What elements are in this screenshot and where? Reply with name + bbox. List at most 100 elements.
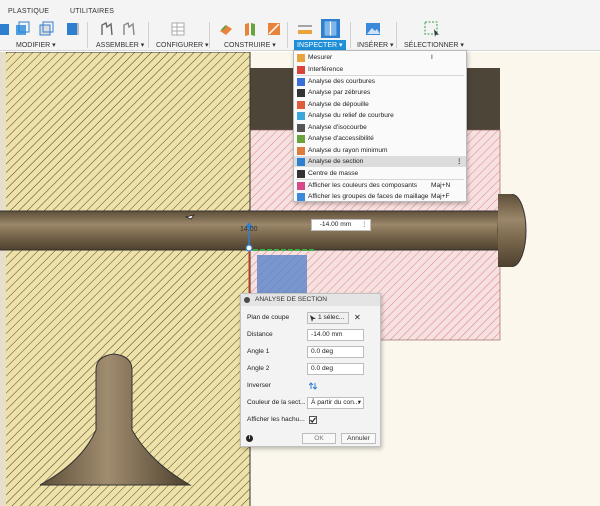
menu-item-shortcut: I [431,54,433,61]
menu-item-label: Analyse d'accessibilité [308,135,374,142]
angle-2-label: Angle 2 [247,365,270,372]
shaft-collar [498,194,512,267]
offset-plane-icon[interactable] [218,21,234,37]
zebra-icon [297,89,305,97]
tab-utilitaires[interactable]: UTILITAIRES [70,8,114,15]
inspect-dropdown-menu: Mesurer I Interférence Analyse des courbure… [293,50,467,202]
toolbar-ribbon: PLASTIQUE UTILITAIRES MODIFIER ▾ ASSEMBL… [0,0,600,51]
clear-selection-icon[interactable]: ✕ [354,311,361,325]
construct-menu[interactable]: CONSTRUIRE ▾ [224,41,276,49]
menu-item-center-of-mass[interactable]: Centre de masse [294,168,466,179]
flip-icon[interactable] [309,382,317,390]
midplane-icon[interactable] [242,21,258,37]
isocurve-icon [297,123,305,132]
menu-item-section-analysis[interactable]: Analyse de section ⋮ [294,156,466,167]
menu-item-mesh-face-groups[interactable]: Afficher les groupes de faces de maillag… [294,191,466,202]
row-angle-2: Angle 2 0.0 deg [241,362,380,376]
center-of-mass-icon [297,169,305,178]
section-plane-highlight [257,255,307,296]
draft-analysis-icon [297,100,305,109]
menu-item-curvature-comb[interactable]: Analyse des courbures [294,76,466,87]
ribbon-separator [350,22,351,48]
distance-label: Distance [247,331,273,338]
panel-header[interactable]: ANALYSE DE SECTION [241,294,380,306]
modify-menu[interactable]: MODIFIER ▾ [16,41,56,49]
menu-item-draft-analysis[interactable]: Analyse de dépouille [294,99,466,110]
mesh-face-groups-icon [297,193,305,201]
angle-2-field[interactable]: 0.0 deg [307,363,364,375]
ok-button[interactable]: OK [302,433,336,444]
as-built-joint-icon[interactable] [121,21,137,37]
menu-item-label: Afficher les couleurs des composants [308,181,418,189]
insert-menu[interactable]: INSÉRER ▾ [357,41,394,49]
show-hatch-checkbox[interactable] [309,416,317,424]
row-cutting-plane: Plan de coupe 1 sélec... ✕ [241,311,380,325]
row-angle-1: Angle 1 0.0 deg [241,345,380,359]
section-color-dropdown[interactable]: À partir du con... ▾ [307,397,364,409]
section-analysis-ribbon-icon[interactable] [321,19,340,38]
tab-plastique[interactable]: PLASTIQUE [8,8,49,15]
menu-item-zebra[interactable]: Analyse par zébrures [294,87,466,98]
curvature-map-icon [297,112,305,120]
window-select-icon[interactable] [424,21,440,37]
menu-item-shortcut: Maj+N [431,181,451,189]
menu-item-interference[interactable]: Interférence [294,64,466,75]
ribbon-separator [287,22,288,48]
component-colors-icon [297,181,305,190]
interference-icon [297,65,305,74]
collapse-icon[interactable] [244,297,250,303]
shell-icon[interactable] [38,21,54,37]
cutting-plane-label: Plan de coupe [247,314,290,321]
angle-1-field[interactable]: 0.0 deg [307,346,364,358]
distance-tag-menu[interactable]: ⋮ [361,220,368,230]
menu-item-label: Analyse des courbures [308,77,376,85]
menu-item-curvature-map[interactable]: Analyse du relief de courbure [294,110,466,121]
distance-input-tag[interactable]: -14.00 mm ⋮ [311,219,371,231]
measure-icon[interactable] [297,21,313,37]
configure-menu[interactable]: CONFIGURER ▾ [156,41,209,49]
menu-item-label: Analyse de dépouille [308,100,369,108]
joint-icon[interactable] [99,21,115,37]
curvature-comb-icon [297,77,305,86]
angle-1-label: Angle 1 [247,348,270,355]
menu-item-label: Mesurer [308,54,333,61]
manipulator-origin[interactable] [245,244,253,252]
fillet-icon[interactable] [14,21,30,37]
menu-item-label: Analyse d'isocourbe [308,123,367,131]
ribbon-separator [87,22,88,48]
menu-item-accessibility[interactable]: Analyse d'accessibilité [294,133,466,144]
cancel-button[interactable]: Annuler [341,433,376,444]
info-icon[interactable]: i [246,435,253,442]
menu-item-ruler[interactable]: Mesurer I [294,52,466,63]
insert-image-icon[interactable] [365,21,381,37]
section-analysis-panel: ANALYSE DE SECTION Plan de coupe 1 sélec… [240,293,381,447]
flip-label: Inverser [247,382,271,389]
menu-item-component-colors[interactable]: Afficher les couleurs des composants Maj+… [294,180,466,191]
section-analysis-icon [297,158,305,166]
press-pull-icon[interactable] [0,21,12,37]
menu-item-label: Analyse de section [308,158,364,165]
ribbon-separator [396,22,397,48]
assemble-menu[interactable]: ASSEMBLER ▾ [96,41,144,49]
accessibility-icon [297,135,305,143]
distance-tag-value[interactable]: -14.00 mm [312,220,359,230]
inspect-menu-button[interactable]: INSPECTER ▾ [294,40,346,50]
menu-item-label: Interférence [308,65,344,73]
axis-through-cylinder-icon[interactable] [266,21,282,37]
menu-item-min-radius[interactable]: Analyse du rayon minimum [294,145,466,156]
menu-item-shortcut: Maj+F [431,193,450,200]
distance-field[interactable]: -14.00 mm [307,329,364,341]
menu-item-label: Centre de masse [308,169,359,177]
ribbon-separator [209,22,210,48]
split-body-icon[interactable] [64,21,80,37]
section-color-label: Couleur de la sect... [247,399,306,406]
panel-title: ANALYSE DE SECTION [255,296,328,303]
configure-table-icon[interactable] [170,21,186,37]
select-menu[interactable]: SÉLECTIONNER ▾ [404,41,464,49]
manipulator-label: 14.00 [240,226,258,233]
menu-item-isocurve[interactable]: Analyse d'isocourbe [294,122,466,133]
cutting-plane-selection[interactable]: 1 sélec... [307,312,349,324]
ribbon-separator [148,22,149,48]
more-options-icon[interactable]: ⋮ [456,156,463,167]
select-cursor-icon [310,315,316,322]
